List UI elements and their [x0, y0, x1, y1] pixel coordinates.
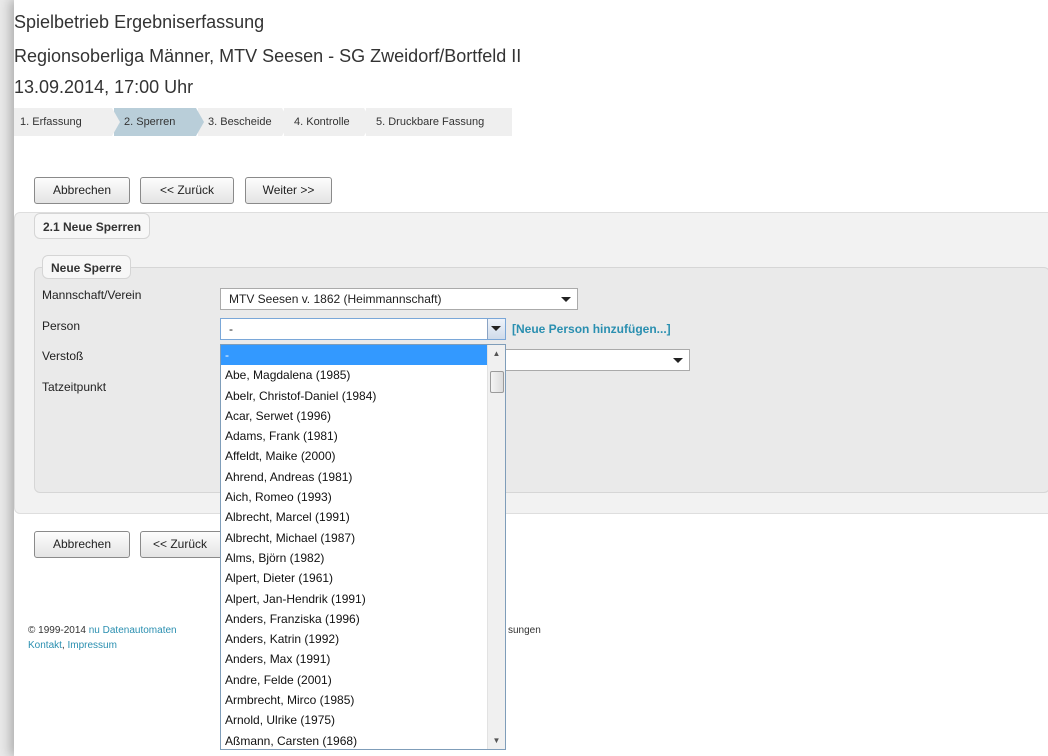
list-item[interactable]: Aßmann, Carsten (1968) [221, 731, 487, 749]
list-item[interactable]: Adams, Frank (1981) [221, 426, 487, 446]
list-item[interactable]: Alpert, Jan-Hendrik (1991) [221, 589, 487, 609]
list-item[interactable]: Alms, Björn (1982) [221, 548, 487, 568]
imprint-link[interactable]: Impressum [67, 640, 116, 651]
person-label: Person [42, 319, 81, 333]
contact-link[interactable]: Kontakt [28, 640, 62, 651]
chevron-down-icon [491, 326, 501, 331]
list-item[interactable]: Albrecht, Marcel (1991) [221, 507, 487, 527]
list-item[interactable]: Abelr, Christof-Daniel (1984) [221, 386, 487, 406]
list-item[interactable]: Arnold, Ulrike (1975) [221, 710, 487, 730]
dropdown-scrollbar[interactable]: ▲ ▼ [487, 345, 505, 749]
scroll-up-icon[interactable]: ▲ [488, 345, 505, 362]
add-person-link[interactable]: [Neue Person hinzufügen...] [512, 322, 671, 336]
person-dropdown-list[interactable]: - Abe, Magdalena (1985) Abelr, Christof-… [220, 344, 506, 750]
footer-line2: Kontakt, Impressum [28, 640, 117, 651]
team-label: Mannschaft/Verein [42, 288, 142, 302]
list-item[interactable]: Andre, Felde (2001) [221, 670, 487, 690]
list-item[interactable]: Anders, Katrin (1992) [221, 629, 487, 649]
section-title: 2.1 Neue Sperren [34, 213, 151, 239]
back-button-top[interactable]: << Zurück [140, 177, 234, 204]
dropdown-toggle[interactable] [487, 319, 505, 339]
person-options: - Abe, Magdalena (1985) Abelr, Christof-… [221, 345, 487, 749]
footer-separator: , [61, 640, 65, 651]
match-datetime: 13.09.2014, 17:00 Uhr [14, 77, 194, 97]
next-button-top[interactable]: Weiter >> [245, 177, 332, 204]
list-item[interactable]: Alpert, Dieter (1961) [221, 568, 487, 588]
cancel-button-bottom[interactable]: Abbrechen [34, 531, 130, 558]
list-item[interactable]: Abe, Magdalena (1985) [221, 365, 487, 385]
chevron-down-icon [561, 297, 571, 302]
company-link[interactable]: nu Datenautomaten [89, 625, 177, 636]
step-sperren[interactable]: 2. Sperren [114, 108, 204, 136]
step-bescheide[interactable]: 3. Bescheide [198, 108, 290, 136]
list-item[interactable]: Ahrend, Andreas (1981) [221, 467, 487, 487]
team-select-value: MTV Seesen v. 1862 (Heimmannschaft) [229, 292, 442, 306]
violation-label: Verstoß [42, 349, 84, 363]
footer-line1: © 1999-2014 nu Datenautomaten [28, 625, 177, 636]
list-item[interactable]: Acar, Serwet (1996) [221, 406, 487, 426]
list-item[interactable]: Anders, Franziska (1996) [221, 609, 487, 629]
step-kontrolle[interactable]: 4. Kontrolle [284, 108, 372, 136]
list-item[interactable]: Albrecht, Michael (1987) [221, 528, 487, 548]
violation-select[interactable] [500, 349, 690, 371]
scroll-thumb[interactable] [490, 371, 504, 393]
match-title: Regionsoberliga Männer, MTV Seesen - SG … [14, 46, 522, 66]
list-item[interactable]: Anders, Max (1991) [221, 649, 487, 669]
time-label: Tatzeitpunkt [42, 380, 107, 394]
new-block-title: Neue Sperre [42, 255, 131, 279]
footer-copyright: © 1999-2014 [28, 625, 86, 636]
person-select[interactable]: - [220, 318, 506, 340]
list-item[interactable]: Affeldt, Maike (2000) [221, 446, 487, 466]
list-item[interactable]: - [221, 345, 487, 366]
cancel-button-top[interactable]: Abbrechen [34, 177, 130, 204]
scroll-down-icon[interactable]: ▼ [488, 732, 505, 749]
footer-link-tail[interactable]: sungen [508, 625, 541, 636]
list-item[interactable]: Aich, Romeo (1993) [221, 487, 487, 507]
person-select-value: - [229, 322, 233, 336]
step-druckbare-fassung[interactable]: 5. Druckbare Fassung [366, 108, 512, 136]
page-title: Spielbetrieb Ergebniserfassung [14, 12, 265, 32]
wizard-steps: 1. Erfassung 2. Sperren 3. Bescheide 4. … [14, 108, 514, 136]
chevron-down-icon [673, 358, 683, 363]
list-item[interactable]: Armbrecht, Mirco (1985) [221, 690, 487, 710]
team-select[interactable]: MTV Seesen v. 1862 (Heimmannschaft) [220, 288, 578, 310]
step-erfassung[interactable]: 1. Erfassung [14, 108, 120, 136]
